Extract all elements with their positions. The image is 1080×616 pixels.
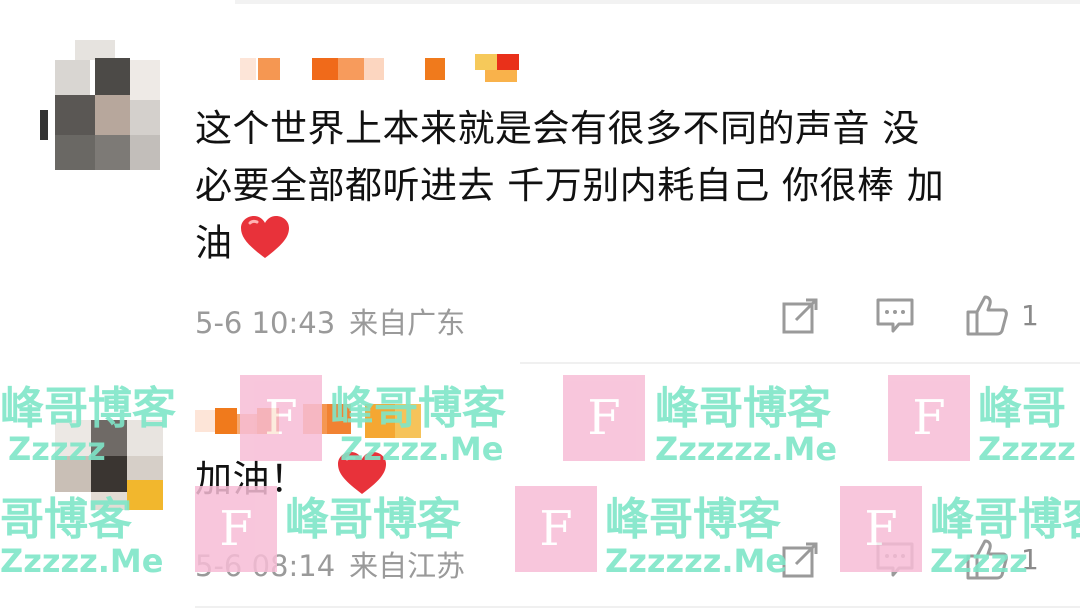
comment-text: 加油！: [195, 450, 388, 512]
comment-meta: 5-6 10:43 来自广东: [195, 300, 479, 342]
share-icon: [782, 542, 818, 578]
username-blurred[interactable]: [195, 402, 435, 438]
comment-item: 加油！ 5-6 08:14 来自江苏 1: [0, 360, 1080, 616]
comment-time: 5-6 08:14: [195, 549, 336, 583]
comment-text: 这个世界上本来就是会有很多不同的声音 没 必要全部都听进去 千万别内耗自己 你很…: [195, 100, 1055, 276]
like-button[interactable]: 1: [965, 294, 1039, 336]
like-count: 1: [1021, 542, 1039, 576]
heart-icon: [336, 450, 388, 512]
username-blurred[interactable]: [240, 50, 540, 82]
comment-location: 来自江苏: [349, 549, 466, 583]
thumbs-up-icon: [966, 295, 1008, 336]
like-button[interactable]: 1: [965, 538, 1039, 580]
comment-icon: [876, 298, 914, 333]
comment-location: 来自广东: [349, 306, 466, 340]
thumbs-up-icon: [966, 539, 1008, 580]
like-count: 1: [1021, 298, 1039, 332]
reply-button[interactable]: [875, 540, 915, 580]
reply-button[interactable]: [875, 296, 915, 336]
comment-icon: [876, 542, 914, 577]
comment-meta: 5-6 08:14 来自江苏: [195, 543, 479, 585]
bottom-divider: [195, 606, 1080, 608]
heart-icon: [239, 214, 291, 276]
repost-button[interactable]: [780, 296, 820, 336]
comment-item: 这个世界上本来就是会有很多不同的声音 没 必要全部都听进去 千万别内耗自己 你很…: [0, 0, 1080, 350]
comment-time: 5-6 10:43: [195, 306, 336, 340]
share-icon: [782, 298, 818, 334]
avatar[interactable]: [40, 40, 170, 170]
repost-button[interactable]: [780, 540, 820, 580]
avatar[interactable]: [55, 400, 165, 510]
